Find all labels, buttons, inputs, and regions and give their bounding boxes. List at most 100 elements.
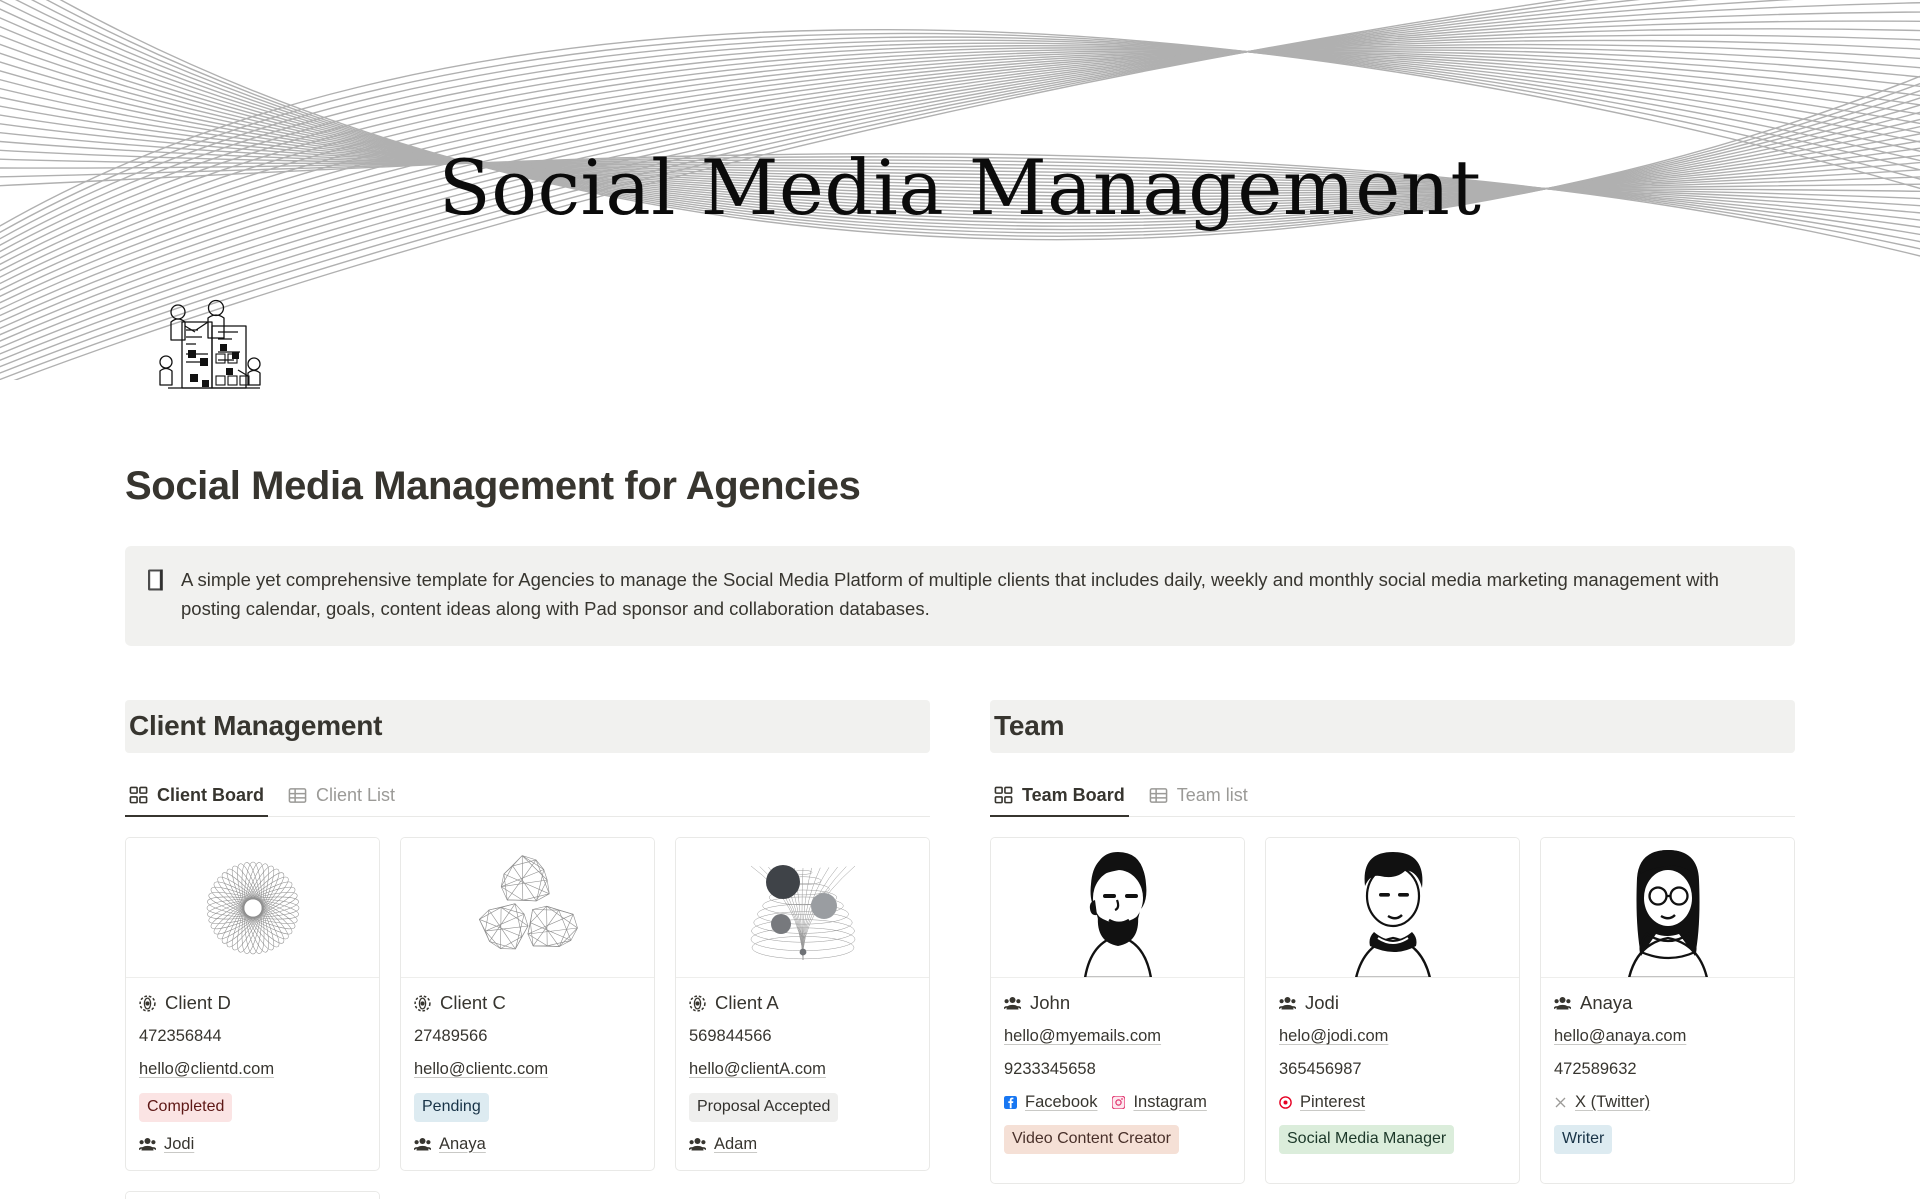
people-icon: [414, 1138, 431, 1151]
description-text: A simple yet comprehensive template for …: [181, 569, 1719, 619]
team-social-label: Facebook: [1025, 1092, 1098, 1111]
facebook-icon: [1004, 1095, 1017, 1109]
team-email[interactable]: hello@anaya.com: [1554, 1027, 1781, 1047]
tab-team-board[interactable]: Team Board: [990, 785, 1135, 818]
team-tabs: Team Board Team list: [990, 775, 1795, 818]
team-socials: Pinterest: [1279, 1093, 1506, 1112]
team-role-badge: Writer: [1554, 1124, 1613, 1154]
table-icon: [1149, 788, 1168, 804]
team-card[interactable]: Anaya hello@anaya.com 472589632 X (Twitt…: [1540, 837, 1795, 1184]
team-social-link[interactable]: Facebook: [1004, 1093, 1097, 1112]
client-phone: 27489566: [414, 1027, 488, 1046]
board-grid-icon: [129, 786, 148, 804]
team-social-link[interactable]: Instagram: [1112, 1092, 1207, 1112]
client-name: Client D: [165, 992, 231, 1014]
client-assignee-name: Adam: [714, 1134, 758, 1153]
client-card-cover: [401, 838, 654, 979]
sections-container: Client Management Client Board Client Li…: [125, 699, 1795, 1199]
client-status-badge: Proposal Accepted: [689, 1092, 839, 1122]
people-icon: [1004, 997, 1021, 1010]
people-icon: [689, 1138, 706, 1151]
team-card-body: Anaya hello@anaya.com 472589632 X (Twitt…: [1541, 978, 1794, 1183]
client-card-body: Client C 27489566 hello@clientc.com Pend…: [401, 978, 654, 1170]
table-icon: [288, 788, 307, 804]
tab-client-list-label: Client List: [316, 785, 396, 806]
client-card-body: Client D 472356844 hello@clientd.com Com…: [126, 978, 379, 1170]
client-card-body: Client A 569844566 hello@clientA.com Pro…: [676, 978, 929, 1170]
team-card-title: Jodi: [1279, 992, 1506, 1014]
people-icon: [139, 1138, 156, 1151]
sphere-icon: [689, 995, 706, 1012]
banner-title: Social Media Management: [438, 143, 1482, 232]
client-assignee[interactable]: Jodi: [139, 1135, 366, 1154]
client-card[interactable]: Client C 27489566 hello@clientc.com Pend…: [400, 837, 655, 1171]
client-section-header: Client Management: [125, 699, 930, 754]
x-twitter-icon: [1555, 1097, 1566, 1108]
client-card-title: Client D: [139, 992, 366, 1014]
board-grid-icon: [994, 786, 1013, 804]
team-member-name: Anaya: [1580, 992, 1633, 1014]
client-card[interactable]: Client A 569844566 hello@clientA.com Pro…: [675, 837, 930, 1171]
page-title: Social Media Management for Agencies: [125, 464, 861, 508]
team-card[interactable]: Jodi helo@jodi.com 365456987 Pinterest S…: [1265, 837, 1520, 1184]
team-social-link[interactable]: X (Twitter): [1554, 1093, 1650, 1112]
team-phone: 365456987: [1279, 1060, 1362, 1079]
team-phone: 472589632: [1554, 1060, 1637, 1079]
client-name: Client A: [715, 992, 779, 1014]
client-status-badge: Completed: [139, 1092, 233, 1122]
team-social-label: Pinterest: [1300, 1092, 1366, 1111]
team-role-badge: Video Content Creator: [1004, 1124, 1179, 1154]
team-social-link[interactable]: Pinterest: [1279, 1093, 1365, 1112]
team-section-title: Team: [994, 709, 1065, 741]
team-socials: X (Twitter): [1554, 1093, 1781, 1112]
client-phone: 472356844: [139, 1027, 222, 1046]
client-assignee[interactable]: Adam: [689, 1135, 916, 1154]
team-section: Team Team Board Team list John hello@mye…: [990, 699, 1795, 1199]
tab-team-list[interactable]: Team list: [1145, 785, 1258, 816]
team-card-avatar-cover: [1541, 838, 1794, 979]
client-card-title: Client C: [414, 992, 641, 1014]
people-icon: [1554, 997, 1571, 1010]
team-card-body: Jodi helo@jodi.com 365456987 Pinterest S…: [1266, 978, 1519, 1183]
client-email[interactable]: hello@clientd.com: [139, 1060, 366, 1080]
team-social-label: X (Twitter): [1575, 1092, 1651, 1111]
tab-client-board[interactable]: Client Board: [125, 785, 274, 818]
team-card-title: Anaya: [1554, 992, 1781, 1014]
client-card[interactable]: [125, 1190, 380, 1199]
client-name: Client C: [440, 992, 506, 1014]
client-assignee[interactable]: Anaya: [414, 1135, 641, 1154]
client-assignee-name: Anaya: [439, 1134, 486, 1153]
client-email[interactable]: hello@clientc.com: [414, 1060, 641, 1080]
team-social-label: Instagram: [1133, 1092, 1207, 1111]
sphere-icon: [139, 995, 156, 1012]
team-email[interactable]: hello@myemails.com: [1004, 1027, 1231, 1047]
team-role-badge: Social Media Manager: [1279, 1124, 1455, 1154]
client-email[interactable]: hello@clientA.com: [689, 1060, 916, 1080]
team-member-name: John: [1030, 992, 1071, 1014]
book-icon: [148, 569, 163, 591]
client-card-cover: [676, 838, 929, 979]
client-phone: 569844566: [689, 1027, 772, 1046]
tab-team-board-label: Team Board: [1022, 785, 1125, 806]
pinterest-icon: [1279, 1096, 1292, 1109]
team-card-title: John: [1004, 992, 1231, 1014]
team-email[interactable]: helo@jodi.com: [1279, 1027, 1506, 1047]
people-icon: [1279, 997, 1296, 1010]
client-card-cover: [126, 838, 379, 979]
team-card-grid: John hello@myemails.com 9233345658 Faceb…: [990, 837, 1795, 1199]
team-socials: Facebook Instagram: [1004, 1093, 1231, 1112]
page-content: Social Media Management for Agencies A s…: [0, 462, 1920, 1199]
tab-team-list-label: Team list: [1176, 785, 1248, 806]
team-card[interactable]: John hello@myemails.com 9233345658 Faceb…: [990, 837, 1245, 1184]
client-management-section: Client Management Client Board Client Li…: [125, 699, 930, 1199]
tab-client-board-label: Client Board: [157, 785, 265, 806]
client-card[interactable]: Client D 472356844 hello@clientd.com Com…: [125, 837, 380, 1171]
client-status-badge: Pending: [414, 1092, 489, 1122]
client-section-title: Client Management: [129, 709, 383, 741]
team-card-avatar-cover: [1266, 838, 1519, 979]
team-section-header: Team: [990, 699, 1795, 754]
client-card-cover: [126, 1191, 379, 1199]
sphere-icon: [414, 995, 431, 1012]
client-assignee-name: Jodi: [164, 1134, 195, 1153]
tab-client-list[interactable]: Client List: [284, 785, 405, 816]
